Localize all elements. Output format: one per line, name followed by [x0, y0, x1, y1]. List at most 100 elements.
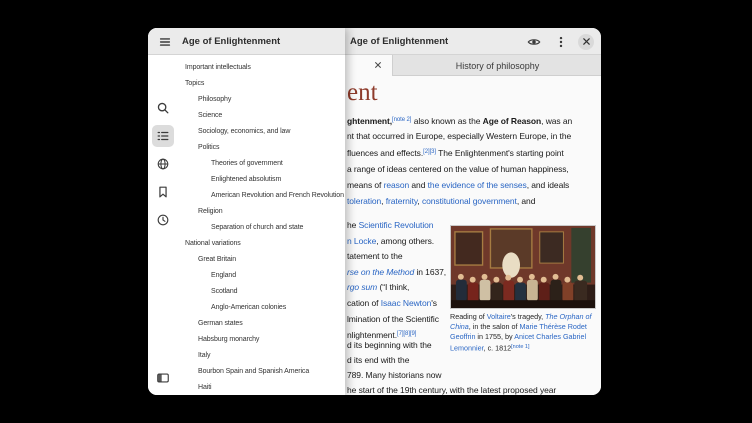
article-link[interactable]: fraternity: [386, 196, 418, 206]
drawer-header: Age of Enlightenment: [148, 28, 345, 55]
history-button[interactable]: [152, 209, 174, 231]
text-run: tatement to the: [347, 251, 403, 261]
article-text-line: rse on the Method in 1637,: [347, 265, 446, 281]
tab-history-of-philosophy[interactable]: History of philosophy: [394, 55, 601, 76]
article-text-line: tatement to the: [347, 249, 446, 265]
text-run: d its beginning with the: [347, 340, 432, 350]
history-icon: [156, 213, 170, 227]
painting-thumbnail[interactable]: [450, 225, 596, 309]
reference-link[interactable]: [2][3]: [423, 149, 436, 155]
article-link[interactable]: the evidence of the senses: [428, 180, 527, 190]
bookmarks-icon: [156, 185, 170, 199]
text-run: and: [409, 180, 428, 190]
article-link[interactable]: toleration: [347, 196, 381, 206]
article-text-line: he start of the 19th century, with the l…: [347, 383, 556, 395]
article-text-line: rgo sum (“I think,: [347, 280, 446, 296]
toc-item[interactable]: Italy: [178, 348, 345, 364]
toc-item[interactable]: Anglo-American colonies: [178, 300, 345, 316]
toc-item[interactable]: Haiti: [178, 380, 345, 395]
toc-item[interactable]: American Revolution and French Revolutio…: [178, 188, 345, 204]
reference-link[interactable]: [note 1]: [511, 344, 529, 350]
toc-item[interactable]: Politics: [178, 140, 345, 156]
toc-item[interactable]: Religion: [178, 204, 345, 220]
reference-link[interactable]: [7][8][9]: [397, 331, 416, 337]
toc-item[interactable]: Bourbon Spain and Spanish America: [178, 364, 345, 380]
eye-icon: [527, 35, 541, 49]
toc-item[interactable]: Habsburg monarchy: [178, 332, 345, 348]
text-run: Age of Reason: [483, 116, 541, 126]
figure-caption: Reading of Voltaire's tragedy, The Orpha…: [450, 312, 596, 354]
toc-item[interactable]: Scotland: [178, 284, 345, 300]
close-window-button[interactable]: [578, 34, 594, 50]
toc-button[interactable]: [152, 125, 174, 147]
text-run: means of: [347, 180, 384, 190]
toc-item[interactable]: Theories of government: [178, 156, 345, 172]
toc-item[interactable]: National variations: [178, 236, 345, 252]
article-link[interactable]: rse on the Method: [347, 267, 414, 277]
article-text-line: n Locke, among others.: [347, 234, 446, 250]
text-run: Reading of: [450, 312, 487, 321]
text-run: The Enlightenment's starting point: [436, 148, 564, 158]
article-text-line: lmination of the Scientific: [347, 312, 446, 328]
text-run: cation of: [347, 298, 381, 308]
salon-painting-image: [451, 226, 595, 308]
toc-item[interactable]: Important intellectuals: [178, 60, 345, 76]
tool-strip: [148, 55, 178, 395]
article-text-line: nt that occurred in Europe, especially W…: [347, 128, 572, 144]
article-text-line: ghtenment,[note 2] also known as the Age…: [347, 112, 572, 128]
header-actions: [524, 28, 594, 55]
article-link[interactable]: n Locke: [347, 236, 376, 246]
text-run: in 1755, by: [475, 332, 514, 341]
text-run: also known as the: [411, 116, 482, 126]
drawer-body: Important intellectualsTopicsPhilosophyS…: [148, 55, 345, 395]
panel-toggle-button[interactable]: [152, 367, 174, 389]
app-window: Age of Enlightenment: [148, 28, 601, 395]
article-text-line: toleration, fraternity, constitutional g…: [347, 193, 572, 209]
toc-item[interactable]: Philosophy: [178, 92, 345, 108]
text-run: 's: [431, 298, 437, 308]
tab-close-icon: [374, 61, 382, 69]
article-figure: Reading of Voltaire's tragedy, The Orpha…: [450, 225, 596, 354]
article-paragraph: ghtenment,[note 2] also known as the Age…: [347, 112, 572, 209]
main-menu-button[interactable]: [551, 32, 571, 52]
toc-item[interactable]: Separation of church and state: [178, 220, 345, 236]
article-link[interactable]: Voltaire: [487, 312, 511, 321]
toc-item[interactable]: German states: [178, 316, 345, 332]
article-link[interactable]: Isaac Newton: [381, 298, 432, 308]
sidebar-drawer: Age of Enlightenment: [148, 28, 345, 395]
tab-label: History of philosophy: [456, 61, 540, 71]
reference-link[interactable]: [note 2]: [392, 117, 411, 123]
hamburger-menu-button[interactable]: [155, 32, 175, 52]
article-paragraph: he Scientific Revolutionn Locke, among o…: [347, 218, 446, 343]
text-run: (“I think,: [377, 282, 409, 292]
toc-item[interactable]: Topics: [178, 76, 345, 92]
hamburger-icon: [158, 35, 172, 49]
article-text-line: fluences and effects.[2][3] The Enlighte…: [347, 144, 572, 160]
search-button[interactable]: [152, 97, 174, 119]
languages-icon: [156, 157, 170, 171]
bookmarks-button[interactable]: [152, 181, 174, 203]
tab-close-button[interactable]: [371, 58, 385, 72]
article-link[interactable]: constitutional government: [422, 196, 517, 206]
article-text-line: he Scientific Revolution: [347, 218, 446, 234]
text-run: he: [347, 220, 359, 230]
drawer-title: Age of Enlightenment: [182, 36, 280, 47]
article-link[interactable]: Scientific Revolution: [359, 220, 434, 230]
languages-button[interactable]: [152, 153, 174, 175]
toc-item[interactable]: England: [178, 268, 345, 284]
toc-item[interactable]: Enlightened absolutism: [178, 172, 345, 188]
article-text-line: means of reason and the evidence of the …: [347, 177, 572, 193]
text-run: ghtenment,: [347, 116, 392, 126]
text-run: 's tragedy,: [511, 312, 545, 321]
article-link[interactable]: rgo sum: [347, 282, 377, 292]
text-run: nt that occurred in Europe, especially W…: [347, 131, 571, 141]
search-icon: [156, 101, 170, 115]
close-icon: [582, 37, 591, 46]
article-heading: ent: [347, 79, 378, 107]
view-options-button[interactable]: [524, 32, 544, 52]
toc-item[interactable]: Science: [178, 108, 345, 124]
toc-item[interactable]: Great Britain: [178, 252, 345, 268]
toc-item[interactable]: Sociology, economics, and law: [178, 124, 345, 140]
article-link[interactable]: reason: [384, 180, 410, 190]
text-run: , was an: [541, 116, 572, 126]
